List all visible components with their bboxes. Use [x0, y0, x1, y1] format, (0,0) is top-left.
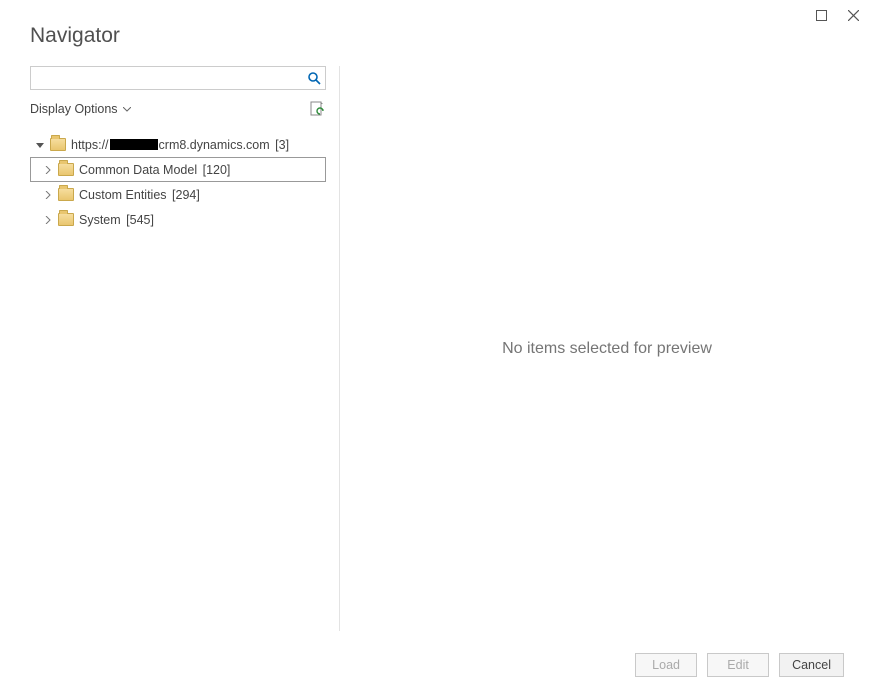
- redacted-segment: [110, 139, 158, 150]
- preview-empty-text: No items selected for preview: [502, 340, 712, 358]
- collapse-icon[interactable]: [35, 141, 45, 149]
- folder-icon: [58, 213, 74, 226]
- search-button[interactable]: [303, 67, 325, 89]
- tree-node-common-data-model[interactable]: Common Data Model [120]: [30, 157, 326, 182]
- search-icon: [307, 71, 321, 85]
- header: Navigator: [0, 0, 874, 66]
- folder-icon: [58, 163, 74, 176]
- search-box[interactable]: [30, 66, 326, 90]
- tree-node-label: System [545]: [79, 213, 154, 227]
- entity-tree: https://crm8.dynamics.com [3] Common Dat…: [30, 132, 326, 232]
- navigator-dialog: Navigator Display Options: [0, 0, 874, 695]
- load-button[interactable]: Load: [635, 653, 697, 677]
- folder-icon: [50, 138, 66, 151]
- tree-node-label: Common Data Model [120]: [79, 163, 230, 177]
- tree-root-label: https://crm8.dynamics.com [3]: [71, 138, 289, 152]
- maximize-icon: [816, 10, 827, 21]
- close-icon: [848, 10, 859, 21]
- footer: Load Edit Cancel: [635, 653, 844, 677]
- tree-node-label: Custom Entities [294]: [79, 188, 200, 202]
- edit-button[interactable]: Edit: [707, 653, 769, 677]
- page-title: Navigator: [30, 24, 874, 48]
- close-button[interactable]: [846, 8, 860, 22]
- expand-icon[interactable]: [43, 166, 53, 174]
- titlebar: [800, 0, 874, 30]
- folder-icon: [58, 188, 74, 201]
- tree-root-node[interactable]: https://crm8.dynamics.com [3]: [30, 132, 326, 157]
- chevron-down-icon: [123, 107, 131, 112]
- search-input[interactable]: [31, 67, 303, 89]
- refresh-button[interactable]: [308, 100, 326, 118]
- maximize-button[interactable]: [814, 8, 828, 22]
- cancel-button[interactable]: Cancel: [779, 653, 844, 677]
- page-refresh-icon: [309, 101, 325, 117]
- left-pane: Display Options: [0, 66, 340, 631]
- display-options-dropdown[interactable]: Display Options: [30, 102, 131, 116]
- expand-icon[interactable]: [43, 216, 53, 224]
- tree-node-custom-entities[interactable]: Custom Entities [294]: [30, 182, 326, 207]
- display-options-label: Display Options: [30, 102, 118, 116]
- tree-node-system[interactable]: System [545]: [30, 207, 326, 232]
- expand-icon[interactable]: [43, 191, 53, 199]
- preview-pane: No items selected for preview: [340, 66, 874, 631]
